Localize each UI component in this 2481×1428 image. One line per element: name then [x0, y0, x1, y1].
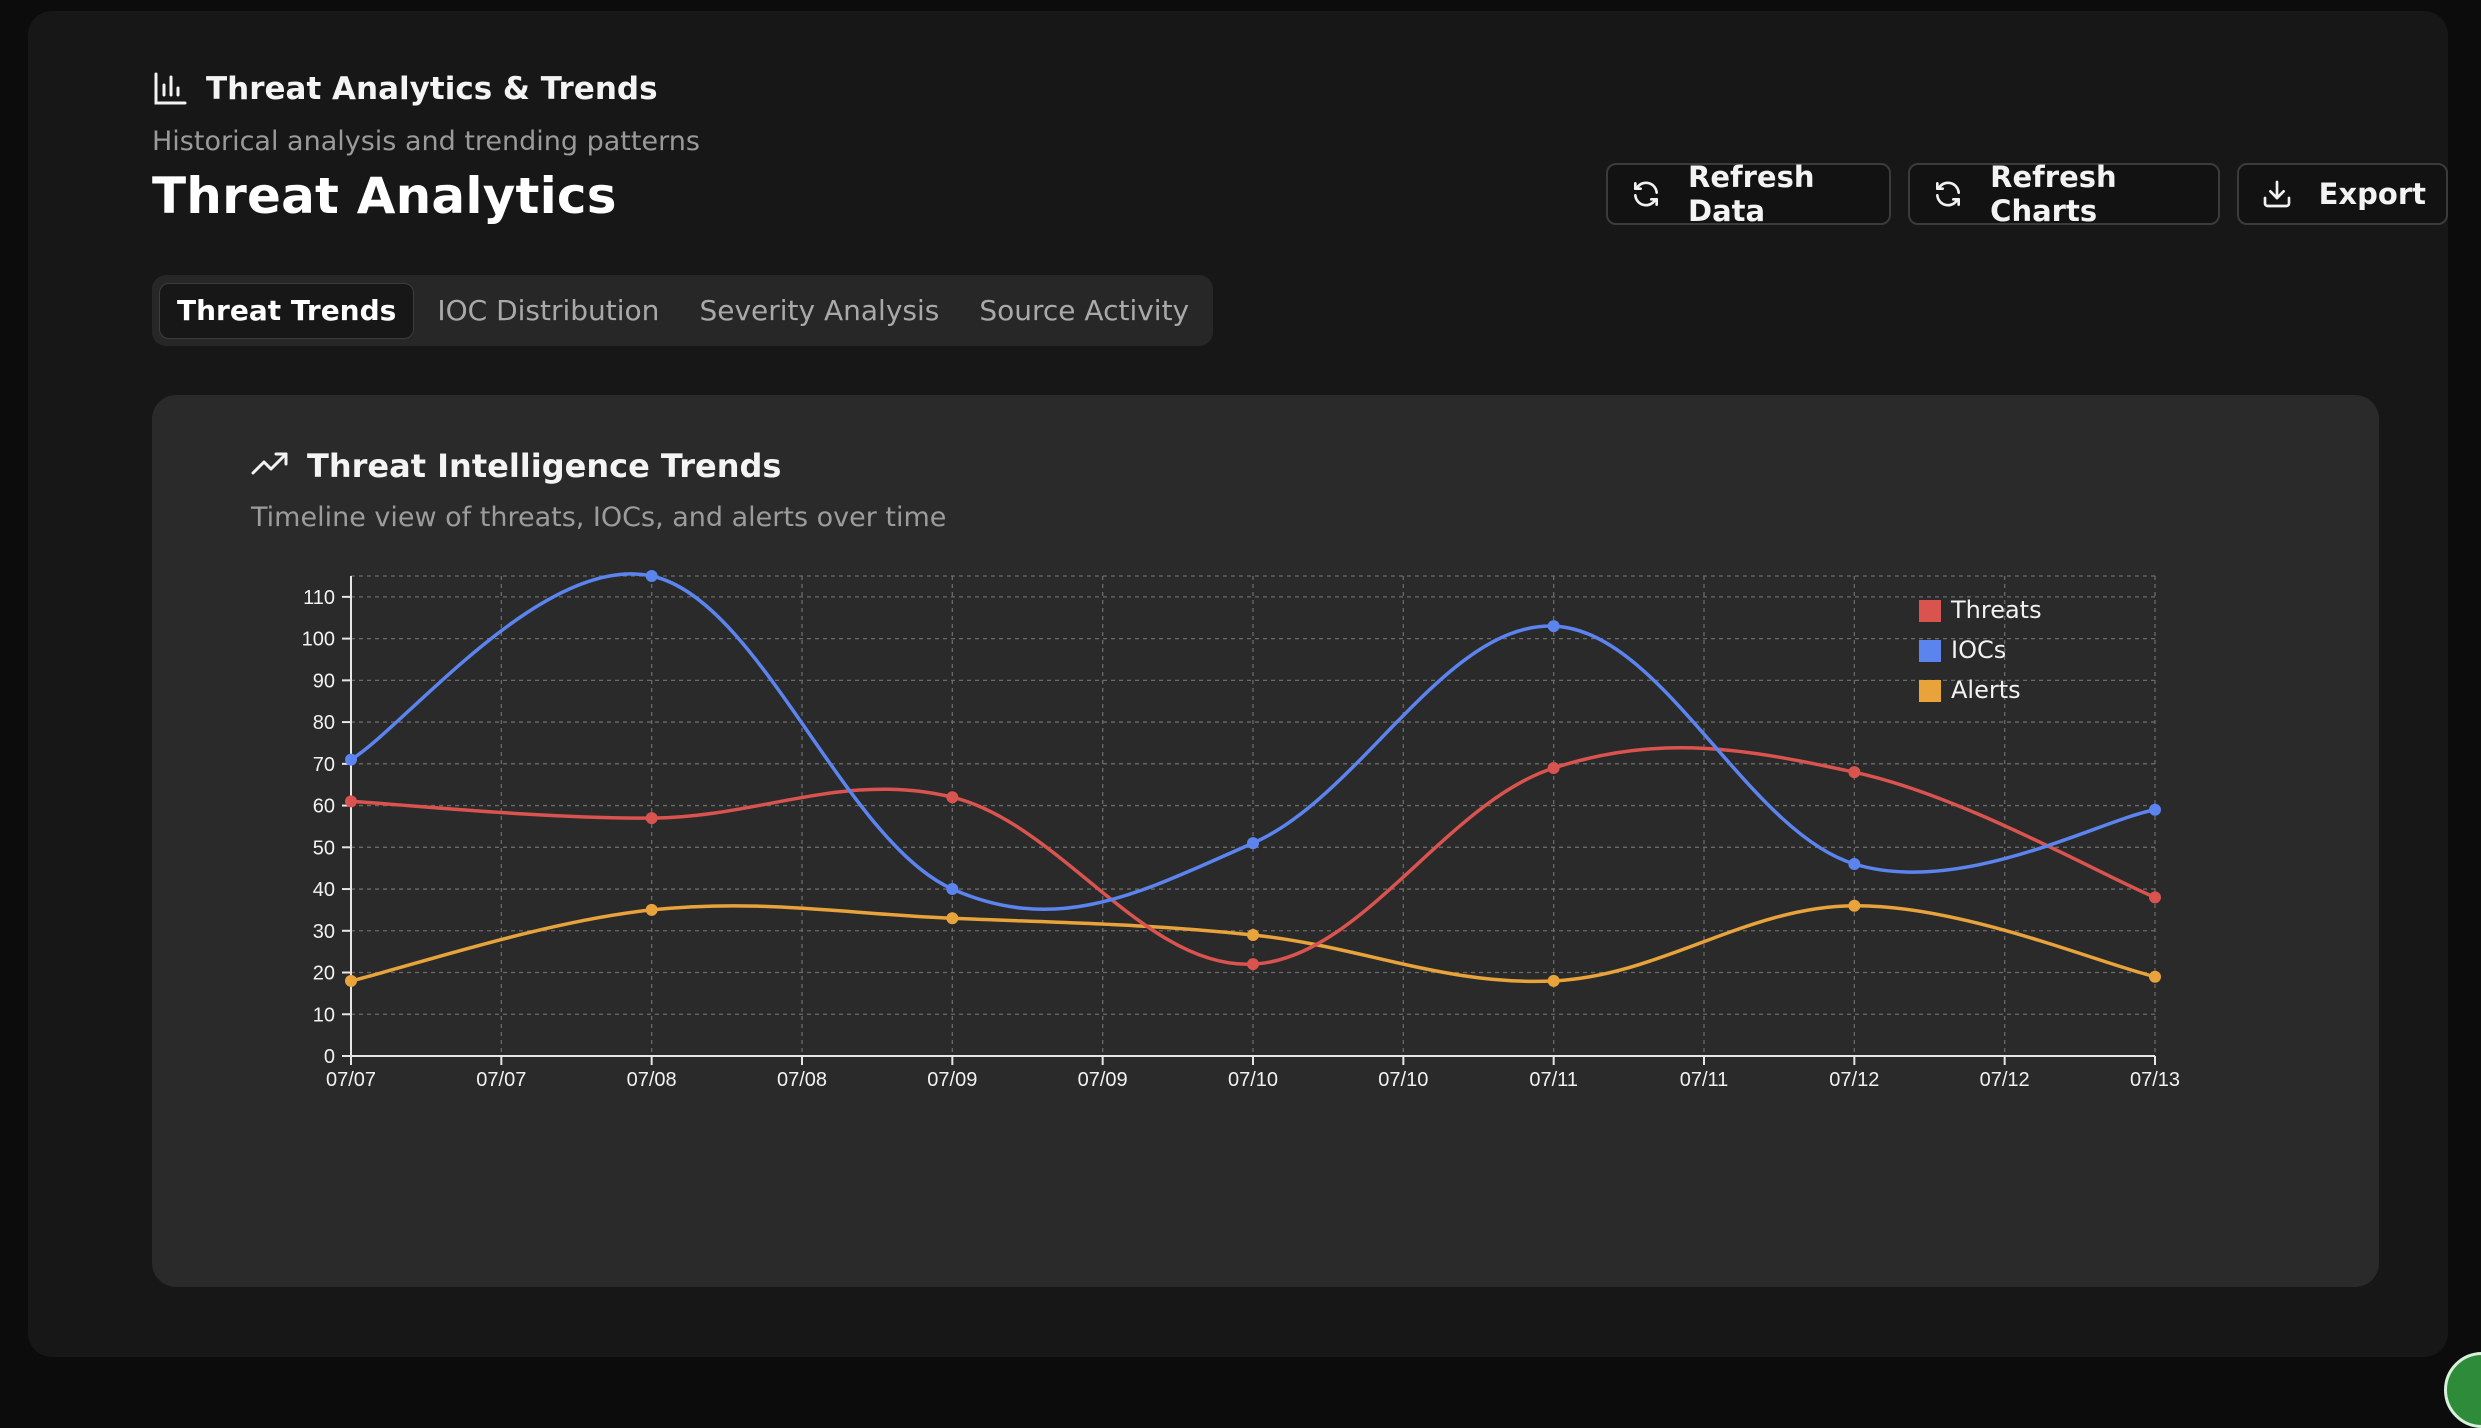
data-point-alerts	[946, 912, 959, 925]
x-tick-label: 07/11	[1680, 1069, 1729, 1091]
refresh-icon	[1630, 178, 1662, 210]
y-tick-label: 90	[313, 670, 335, 692]
x-tick-label: 07/08	[777, 1069, 827, 1091]
status-badge[interactable]	[2444, 1352, 2481, 1428]
data-point-alerts	[345, 974, 357, 987]
data-point-threats	[2149, 891, 2161, 904]
tab-ioc-distribution[interactable]: IOC Distribution	[420, 283, 676, 339]
chart-card: Threat Intelligence Trends Timeline view…	[152, 395, 2379, 1287]
y-tick-label: 50	[313, 837, 335, 859]
download-icon	[2261, 178, 2293, 210]
threat-trends-chart: 0 10 20 30 40 50 60 70 80 90 100 110 07/07 07/07 07/08…	[302, 570, 2180, 1091]
page-title: Threat Analytics	[152, 167, 617, 225]
y-tick-label: 80	[313, 712, 335, 734]
y-tick-label: 60	[313, 796, 335, 818]
data-point-iocs	[1547, 620, 1560, 633]
y-tick-label: 100	[302, 629, 335, 651]
y-tick-label: 40	[313, 879, 335, 901]
refresh-data-label: Refresh Data	[1688, 160, 1815, 228]
data-point-iocs	[2149, 803, 2161, 816]
x-tick-label: 07/07	[326, 1069, 376, 1091]
export-button[interactable]: Export	[2236, 163, 2448, 225]
data-point-alerts	[1247, 928, 1259, 941]
y-tick-label: 0	[324, 1046, 335, 1068]
header-title: Threat Analytics & Trends	[206, 71, 658, 107]
data-point-threats	[1247, 958, 1259, 971]
refresh-charts-button[interactable]: Refresh Charts	[1908, 160, 2220, 228]
tab-source-activity[interactable]: Source Activity	[962, 283, 1206, 339]
data-point-iocs	[1848, 858, 1861, 870]
data-point-iocs	[1247, 837, 1259, 850]
legend-label-alerts: Alerts	[1951, 676, 2021, 704]
data-point-iocs	[345, 753, 357, 766]
x-tick-label: 07/12	[1829, 1069, 1879, 1091]
data-point-threats	[1848, 766, 1861, 779]
app-card: Threat Analytics & Trends Historical ana…	[28, 11, 2448, 1357]
x-tick-label: 07/09	[1078, 1069, 1128, 1091]
y-tick-label: 110	[303, 587, 335, 609]
data-point-threats	[1547, 762, 1560, 774]
y-tick-label: 70	[313, 754, 335, 776]
bar-chart-icon	[152, 71, 188, 107]
legend-swatch-iocs	[1919, 640, 1941, 662]
data-point-alerts	[645, 903, 658, 916]
data-point-iocs	[645, 570, 658, 582]
y-tick-label: 10	[313, 1004, 335, 1026]
x-tick-label: 07/12	[1980, 1069, 2030, 1091]
legend-label-threats: Threats	[1950, 596, 2042, 624]
export-label: Export	[2318, 177, 2426, 211]
header-title-row: Threat Analytics & Trends	[152, 71, 658, 107]
y-tick-label: 20	[313, 963, 335, 985]
toolbar: Refresh Data Refresh Charts Export	[1606, 160, 2448, 228]
tab-bar: Threat Trends IOC Distribution Severity …	[152, 275, 1214, 346]
data-point-threats	[345, 795, 357, 808]
data-point-threats	[645, 812, 658, 825]
x-tick-label: 07/10	[1228, 1069, 1278, 1091]
data-point-threats	[946, 791, 959, 804]
data-point-alerts	[2149, 970, 2161, 983]
data-point-alerts	[1848, 899, 1861, 912]
legend-swatch-alerts	[1919, 680, 1941, 702]
x-tick-label: 07/13	[2130, 1069, 2180, 1091]
header-subtitle: Historical analysis and trending pattern…	[152, 126, 700, 157]
x-tick-label: 07/10	[1378, 1069, 1428, 1091]
data-point-alerts	[1547, 974, 1560, 987]
x-tick-label: 07/09	[927, 1069, 977, 1091]
y-tick-label: 30	[313, 921, 335, 943]
x-tick-label: 07/08	[627, 1069, 677, 1091]
tab-threat-trends[interactable]: Threat Trends	[159, 282, 415, 339]
x-tick-label: 07/07	[476, 1069, 526, 1091]
legend-swatch-threats	[1919, 600, 1941, 622]
legend-label-iocs: IOCs	[1951, 636, 2006, 664]
refresh-data-button[interactable]: Refresh Data	[1606, 160, 1892, 228]
refresh-charts-label: Refresh Charts	[1990, 160, 2117, 228]
x-tick-label: 07/11	[1529, 1069, 1578, 1091]
data-point-iocs	[946, 883, 959, 896]
tab-severity-analysis[interactable]: Severity Analysis	[682, 283, 956, 339]
refresh-icon	[1932, 178, 1964, 210]
